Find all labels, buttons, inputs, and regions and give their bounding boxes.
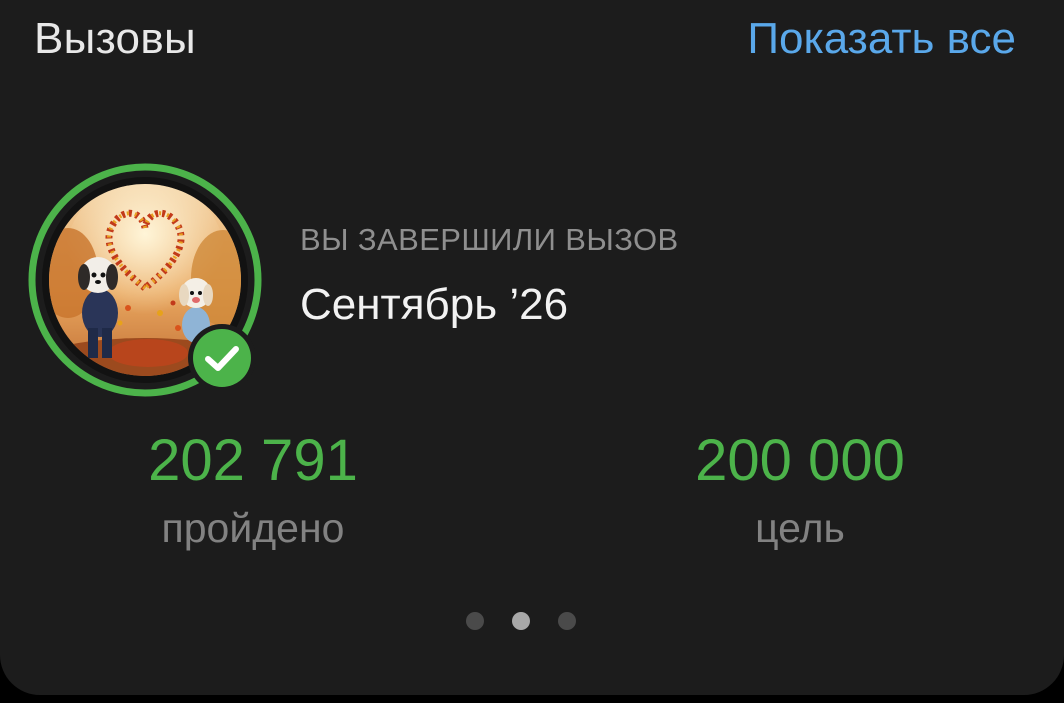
completed-steps-label: пройдено xyxy=(161,505,345,551)
completed-steps-value: 202 791 xyxy=(148,428,358,493)
challenges-card: Вызовы Показать все ВЫ ЗАВЕРШИЛИ ВЫЗОВ С… xyxy=(0,0,1064,695)
pagination-dot-1[interactable] xyxy=(466,612,484,630)
pagination-dot-3[interactable] xyxy=(558,612,576,630)
completed-check-icon xyxy=(186,322,258,394)
pagination-dots xyxy=(466,612,576,630)
show-all-link[interactable]: Показать все xyxy=(747,14,1016,64)
challenge-name[interactable]: Сентябрь ’26 xyxy=(300,280,568,330)
challenge-status-label: ВЫ ЗАВЕРШИЛИ ВЫЗОВ xyxy=(300,222,679,257)
goal-label: цель xyxy=(755,505,845,551)
pagination-dot-2[interactable] xyxy=(512,612,530,630)
goal-value: 200 000 xyxy=(695,428,905,493)
goal-stat: 200 000 цель xyxy=(630,428,970,552)
section-title: Вызовы xyxy=(34,14,196,63)
completed-steps-stat: 202 791 пройдено xyxy=(83,428,423,552)
